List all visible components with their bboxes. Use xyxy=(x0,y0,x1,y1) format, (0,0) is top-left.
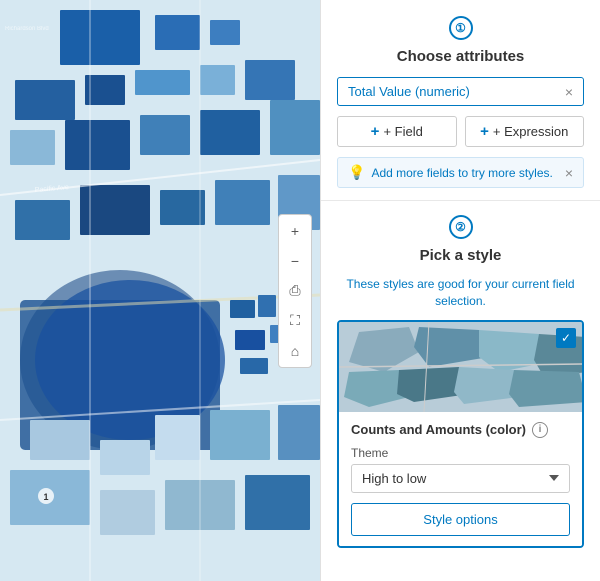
style-options-button[interactable]: Style options xyxy=(351,503,570,536)
home-button[interactable]: ⌂ xyxy=(281,337,309,365)
step-2-circle: ② xyxy=(449,215,473,239)
svg-text:1: 1 xyxy=(43,492,48,502)
style-preview: ✓ xyxy=(339,322,582,412)
field-plus-icon: + xyxy=(371,123,380,140)
svg-text:Richardson Blvd: Richardson Blvd xyxy=(5,26,49,32)
zoom-in-button[interactable]: + xyxy=(281,217,309,245)
attribute-chip: Total Value (numeric) × xyxy=(337,77,584,106)
add-expression-label: + Expression xyxy=(493,124,569,139)
info-bar-close-button[interactable]: × xyxy=(565,166,573,180)
theme-label: Theme xyxy=(351,446,570,460)
style-preview-svg xyxy=(339,322,582,412)
style-card-title: Counts and Amounts (color) i xyxy=(351,422,570,438)
attribute-label: Total Value (numeric) xyxy=(348,84,470,99)
add-field-button[interactable]: + + Field xyxy=(337,116,457,147)
section-style: ② Pick a style These styles are good for… xyxy=(321,201,600,560)
style-card-title-text: Counts and Amounts (color) xyxy=(351,422,526,437)
map-canvas: 1 Pacific Ave Richardson Blvd xyxy=(0,0,320,581)
section-2-subtitle: These styles are good for your current f… xyxy=(337,276,584,310)
add-buttons-group: + + Field + + Expression xyxy=(337,116,584,147)
section-attributes: ① Choose attributes Total Value (numeric… xyxy=(321,0,600,201)
info-bar-content: 💡 Add more fields to try more styles. xyxy=(348,164,553,181)
info-bar-text: Add more fields to try more styles. xyxy=(371,166,552,180)
add-expression-button[interactable]: + + Expression xyxy=(465,116,585,147)
style-card-checkmark: ✓ xyxy=(556,328,576,348)
fullscreen-button[interactable]: ⛶ xyxy=(281,307,309,335)
section-1-title: Choose attributes xyxy=(337,48,584,65)
expression-plus-icon: + xyxy=(480,123,489,140)
section-2-title: Pick a style xyxy=(337,247,584,264)
map-panel: 1 Pacific Ave Richardson Blvd + − ⎙ ⛶ ⌂ xyxy=(0,0,320,581)
zoom-out-button[interactable]: − xyxy=(281,247,309,275)
theme-select[interactable]: High to low Above and below Extremes Low… xyxy=(351,464,570,493)
info-bar: 💡 Add more fields to try more styles. × xyxy=(337,157,584,188)
style-info-button[interactable]: i xyxy=(532,422,548,438)
attribute-close-button[interactable]: × xyxy=(565,85,573,99)
style-card-body: Counts and Amounts (color) i Theme High … xyxy=(339,412,582,546)
right-panel: ① Choose attributes Total Value (numeric… xyxy=(320,0,600,581)
map-toolbar: + − ⎙ ⛶ ⌂ xyxy=(278,214,312,368)
bulb-icon: 💡 xyxy=(348,164,365,181)
style-card[interactable]: ✓ Counts and Amounts (color) i Theme Hig… xyxy=(337,320,584,548)
step-1-circle: ① xyxy=(449,16,473,40)
print-button[interactable]: ⎙ xyxy=(281,277,309,305)
add-field-label: + Field xyxy=(383,124,422,139)
